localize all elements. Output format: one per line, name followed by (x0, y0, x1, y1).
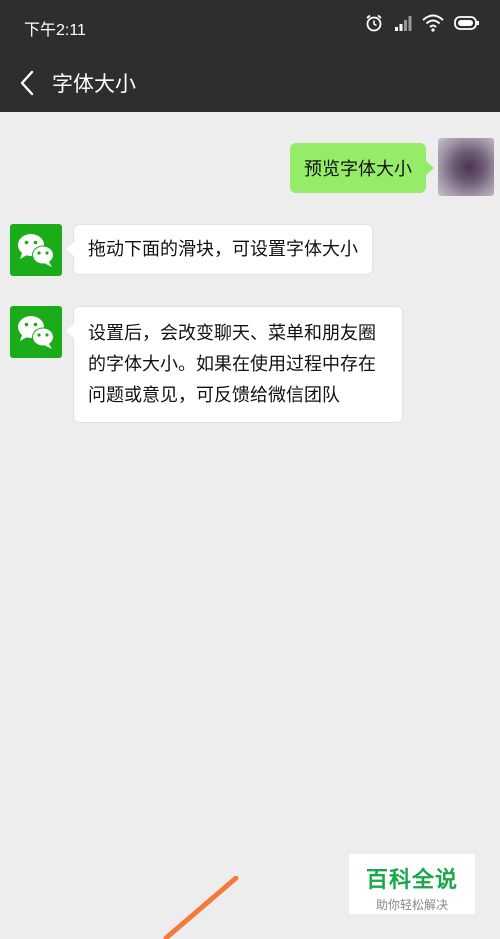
user-avatar[interactable] (438, 138, 494, 196)
wechat-message-bubble: 设置后，会改变聊天、菜单和朋友圈的字体大小。如果在使用过程中存在问题或意见，可反… (66, 306, 403, 423)
self-message-bubble: 预览字体大小 (290, 143, 434, 193)
nav-bar: 字体大小 (0, 54, 500, 112)
alarm-icon (364, 13, 384, 33)
status-icons (364, 13, 480, 33)
wifi-icon (422, 14, 444, 32)
signal-icon (394, 14, 412, 32)
wechat-logo-icon (18, 316, 54, 349)
watermark-title: 百科全说 (365, 868, 458, 893)
back-button[interactable] (14, 67, 44, 99)
watermark-logo: 百科全说 助你轻松解决 (349, 854, 475, 914)
wechat-avatar[interactable] (10, 306, 62, 358)
wechat-avatar[interactable] (10, 224, 62, 276)
page-title: 字体大小 (52, 72, 136, 96)
wechat-message-text: 设置后，会改变聊天、菜单和朋友圈的字体大小。如果在使用过程中存在问题或意见，可反… (88, 323, 376, 406)
status-bar: 下午2:11 (0, 0, 500, 54)
chevron-left-icon (20, 70, 34, 96)
self-message-text: 预览字体大小 (304, 159, 412, 180)
battery-icon (454, 15, 480, 31)
watermark-subtitle: 助你轻松解决 (375, 898, 448, 912)
wechat-message-text: 拖动下面的滑块，可设置字体大小 (88, 239, 358, 260)
annotation-arrow-icon (163, 876, 239, 939)
wechat-message-bubble: 拖动下面的滑块，可设置字体大小 (66, 224, 373, 275)
chat-area[interactable]: 预览字体大小 拖动下面的滑块，可设置字体大小 设置后，会改变聊天、菜单和朋友圈的… (0, 112, 500, 939)
wechat-logo-icon (18, 234, 54, 267)
status-time: 下午2:11 (24, 22, 86, 39)
